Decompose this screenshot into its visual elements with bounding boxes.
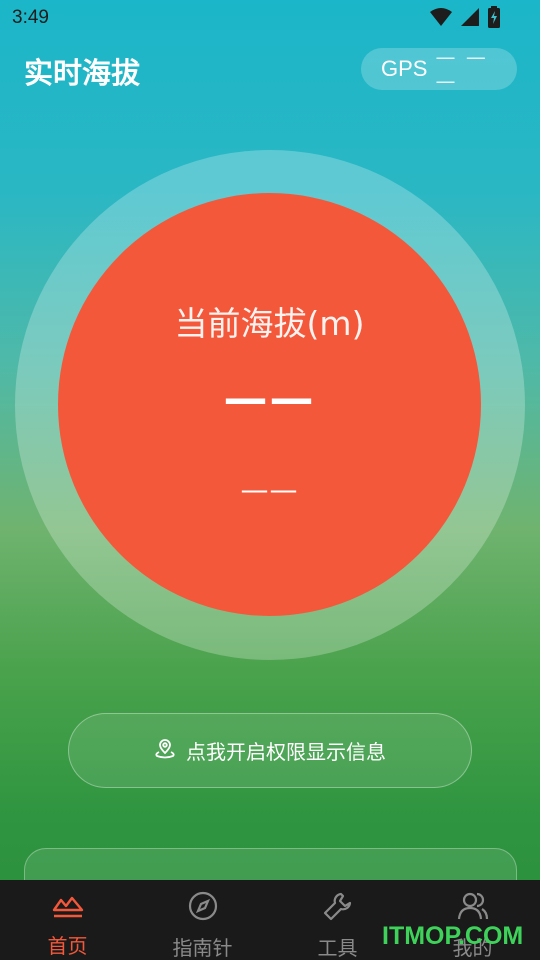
- tab-label: 工具: [317, 936, 358, 960]
- tab-label: 指南针: [172, 936, 233, 960]
- altitude-sub-value: ——: [240, 473, 299, 506]
- wifi-icon: [430, 7, 452, 31]
- altitude-value: ——: [223, 373, 316, 424]
- status-icons: [430, 6, 500, 32]
- watermark: ITMOP.COM: [382, 922, 524, 950]
- tab-label: 首页: [47, 934, 88, 958]
- altitude-dial: 当前海拔(m) —— ——: [58, 193, 481, 616]
- permission-button-label: 点我开启权限显示信息: [186, 740, 386, 764]
- altitude-label: 当前海拔(m): [174, 304, 365, 343]
- wrench-icon: [322, 890, 354, 926]
- signal-icon: [460, 7, 480, 31]
- gps-value: — — —: [435, 45, 488, 93]
- status-bar: 3:49: [0, 0, 540, 36]
- gps-label: GPS: [381, 56, 428, 81]
- compass-icon: [187, 890, 219, 926]
- location-pin-icon: [154, 738, 176, 764]
- home-altitude-icon: [52, 890, 84, 924]
- header: 实时海拔 GPS — — —: [0, 44, 540, 96]
- battery-charging-icon: [488, 6, 500, 32]
- users-icon: [457, 890, 489, 926]
- tab-compass[interactable]: 指南针: [135, 880, 270, 960]
- page-title: 实时海拔: [24, 56, 141, 90]
- status-time: 3:49: [12, 7, 49, 28]
- gps-status-pill: GPS — — —: [361, 45, 517, 93]
- enable-permission-button[interactable]: 点我开启权限显示信息: [68, 713, 472, 788]
- tab-home[interactable]: 首页: [0, 880, 135, 960]
